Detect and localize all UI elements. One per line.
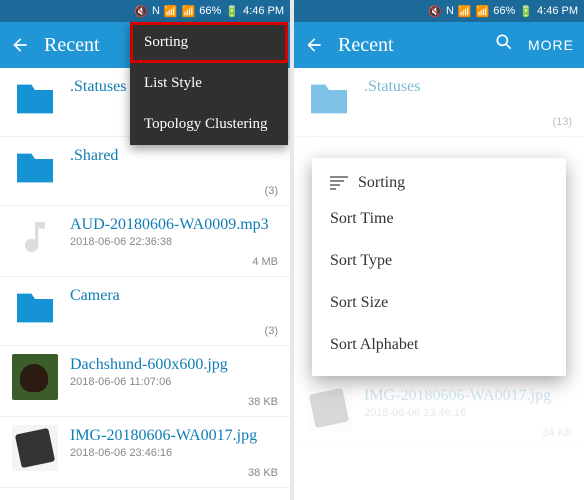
mute-icon: 🔇: [134, 5, 148, 18]
list-item[interactable]: Dachshund-600x600.jpg 2018-06-06 11:07:0…: [0, 346, 290, 417]
sort-option-size[interactable]: Sort Size: [312, 282, 566, 324]
folder-icon: [12, 145, 58, 191]
item-size: 38 KB: [248, 396, 278, 408]
dialog-title-text: Sorting: [358, 174, 405, 192]
signal-icon: 📶: [476, 5, 490, 18]
item-name: IMG-20180606-WA0017.jpg: [70, 427, 278, 445]
sort-icon: [330, 176, 348, 190]
item-name: .Shared: [70, 147, 278, 165]
folder-icon: [12, 76, 58, 122]
more-button[interactable]: MORE: [528, 37, 574, 53]
music-icon: [12, 214, 58, 260]
item-name: .Statuses: [364, 78, 572, 96]
item-name: IMG-20180606-WA0017.jpg: [364, 387, 572, 405]
item-date: 2018-06-06 22:36:38: [70, 236, 278, 248]
item-size: 38 KB: [248, 467, 278, 479]
list-item[interactable]: .Statuses (13): [294, 68, 584, 137]
sort-option-type[interactable]: Sort Type: [312, 240, 566, 282]
screen-right: 🔇 N 📶 📶 66% 🔋 4:46 PM Recent MORE .Statu…: [294, 0, 584, 500]
nfc-icon: N: [152, 5, 160, 17]
back-icon[interactable]: [10, 35, 30, 55]
menu-item-list-style[interactable]: List Style: [130, 63, 288, 104]
list-item[interactable]: Camera (3): [0, 277, 290, 346]
image-thumbnail: [12, 425, 58, 471]
item-date: 2018-06-06 23:46:16: [70, 447, 278, 459]
folder-icon: [306, 76, 352, 122]
menu-item-sorting[interactable]: Sorting: [130, 22, 288, 63]
sort-option-time[interactable]: Sort Time: [312, 198, 566, 240]
item-count: (13): [552, 116, 572, 128]
clock: 4:46 PM: [243, 5, 284, 17]
back-icon[interactable]: [304, 35, 324, 55]
overflow-menu: Sorting List Style Topology Clustering: [130, 22, 288, 145]
wifi-icon: 📶: [458, 5, 472, 18]
item-date: 2018-06-06 11:07:06: [70, 376, 278, 388]
nfc-icon: N: [446, 5, 454, 17]
item-name: Dachshund-600x600.jpg: [70, 356, 278, 374]
status-bar: 🔇 N 📶 📶 66% 🔋 4:46 PM: [294, 0, 584, 22]
search-icon[interactable]: [494, 32, 514, 58]
battery-icon: 🔋: [225, 5, 239, 18]
item-size: 4 MB: [252, 256, 278, 268]
app-header: Recent MORE: [294, 22, 584, 68]
wifi-icon: 📶: [164, 5, 178, 18]
image-thumbnail: [306, 385, 352, 431]
list-item[interactable]: AUD-20180606-WA0009.mp3 2018-06-06 22:36…: [0, 206, 290, 277]
clock: 4:46 PM: [537, 5, 578, 17]
battery-pct: 66%: [493, 5, 515, 17]
dialog-title: Sorting: [312, 168, 566, 198]
battery-icon: 🔋: [519, 5, 533, 18]
battery-pct: 66%: [199, 5, 221, 17]
item-count: (3): [265, 325, 278, 337]
item-count: (3): [265, 185, 278, 197]
sort-option-alphabet[interactable]: Sort Alphabet: [312, 324, 566, 366]
item-date: 2018-06-06 23:46:16: [364, 407, 572, 419]
item-name: AUD-20180606-WA0009.mp3: [70, 216, 278, 234]
status-bar: 🔇 N 📶 📶 66% 🔋 4:46 PM: [0, 0, 290, 22]
page-title: Recent: [338, 34, 480, 57]
signal-icon: 📶: [182, 5, 196, 18]
list-item[interactable]: .Shared (3): [0, 137, 290, 206]
folder-icon: [12, 285, 58, 331]
item-size: 34 KB: [542, 427, 572, 439]
mute-icon: 🔇: [428, 5, 442, 18]
screen-left: 🔇 N 📶 📶 66% 🔋 4:46 PM Recent .Statuses (…: [0, 0, 290, 500]
sort-dialog: Sorting Sort Time Sort Type Sort Size So…: [312, 158, 566, 376]
list-item[interactable]: IMG-20180606-WA0017.jpg 2018-06-06 23:46…: [294, 377, 584, 448]
menu-item-topology[interactable]: Topology Clustering: [130, 104, 288, 145]
list-item[interactable]: IMG-20180606-WA0017.jpg 2018-06-06 23:46…: [0, 417, 290, 488]
item-name: Camera: [70, 287, 278, 305]
image-thumbnail: [12, 354, 58, 400]
